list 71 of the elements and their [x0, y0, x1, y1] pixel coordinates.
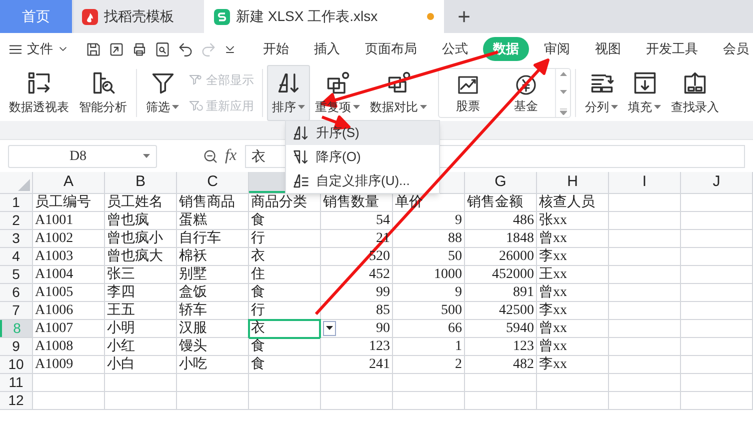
table-cell: 食: [249, 338, 321, 355]
table-cell: 曾也疯: [105, 212, 177, 229]
table-cell: 汉服: [177, 320, 249, 337]
table-cell: A1002: [33, 230, 105, 247]
table-cell: 5940: [465, 320, 537, 337]
table-cell: 别墅: [177, 266, 249, 283]
table-cell: 食: [249, 212, 321, 229]
table-cell: 9: [393, 284, 465, 301]
table-cell: 盒饭: [177, 284, 249, 301]
table-cell: 食: [249, 284, 321, 301]
table-cell: 曾xx: [537, 284, 609, 301]
table-cell: 241: [321, 356, 393, 373]
table-cell: A1008: [33, 338, 105, 355]
table-cell: 891: [465, 284, 537, 301]
table-cell: 123: [465, 338, 537, 355]
table-cell: 轿车: [177, 302, 249, 319]
table-cell: 衣: [249, 320, 321, 337]
table-cell: 123: [321, 338, 393, 355]
table-cell: 食: [249, 356, 321, 373]
table-cell: 50: [393, 248, 465, 265]
table-cell: 小明: [105, 320, 177, 337]
tab-label: 首页: [22, 7, 50, 26]
table-cell: 李xx: [537, 248, 609, 265]
table-cell: 自行车: [177, 230, 249, 247]
table-cell: 李xx: [537, 302, 609, 319]
table-cell: 66: [393, 320, 465, 337]
table-cell: 500: [393, 302, 465, 319]
table-cell: A1009: [33, 356, 105, 373]
table-cell: 42500: [465, 302, 537, 319]
table-cell: 馒头: [177, 338, 249, 355]
table-cell: 26000: [465, 248, 537, 265]
table-cell: 小吃: [177, 356, 249, 373]
table-cell: 员工姓名: [105, 194, 177, 211]
table-cell: 衣: [249, 248, 321, 265]
table-cell: 曾xx: [537, 230, 609, 247]
table-cell: A1006: [33, 302, 105, 319]
table-cell: A1001: [33, 212, 105, 229]
table-cell: A1005: [33, 284, 105, 301]
table-cell: 棉袄: [177, 248, 249, 265]
table-cell: 452000: [465, 266, 537, 283]
table-cell: 张三: [105, 266, 177, 283]
table-cell: 销售金额: [465, 194, 537, 211]
table-cell: 小白: [105, 356, 177, 373]
table-cell: 王五: [105, 302, 177, 319]
table-cell: 李xx: [537, 356, 609, 373]
table-cell: 核查人员: [537, 194, 609, 211]
table-cell: 2: [393, 356, 465, 373]
table-cell: 销售商品: [177, 194, 249, 211]
table-cell: 小红: [105, 338, 177, 355]
table-cell: 李四: [105, 284, 177, 301]
table-cell: 1000: [393, 266, 465, 283]
table-cell: A1004: [33, 266, 105, 283]
table-cell: 曾xx: [537, 338, 609, 355]
table-cell: A1003: [33, 248, 105, 265]
table-cell: 1: [393, 338, 465, 355]
table-cell: 486: [465, 212, 537, 229]
table-cell: A1007: [33, 320, 105, 337]
table-cell: 王xx: [537, 266, 609, 283]
tab-label: 新建 XLSX 工作表.xlsx: [236, 7, 378, 26]
table-cell: 员工编号: [33, 194, 105, 211]
table-cell: 张xx: [537, 212, 609, 229]
table-cell: 1848: [465, 230, 537, 247]
tab-label: 找稻壳模板: [104, 7, 174, 26]
table-cell: 482: [465, 356, 537, 373]
table-cell: 曾也疯大: [105, 248, 177, 265]
table-cell: 住: [249, 266, 321, 283]
table-cell: 行: [249, 230, 321, 247]
table-cell: 曾xx: [537, 320, 609, 337]
table-cell: 蛋糕: [177, 212, 249, 229]
table-cell: 曾也疯小: [105, 230, 177, 247]
table-cell: 90: [321, 320, 393, 337]
